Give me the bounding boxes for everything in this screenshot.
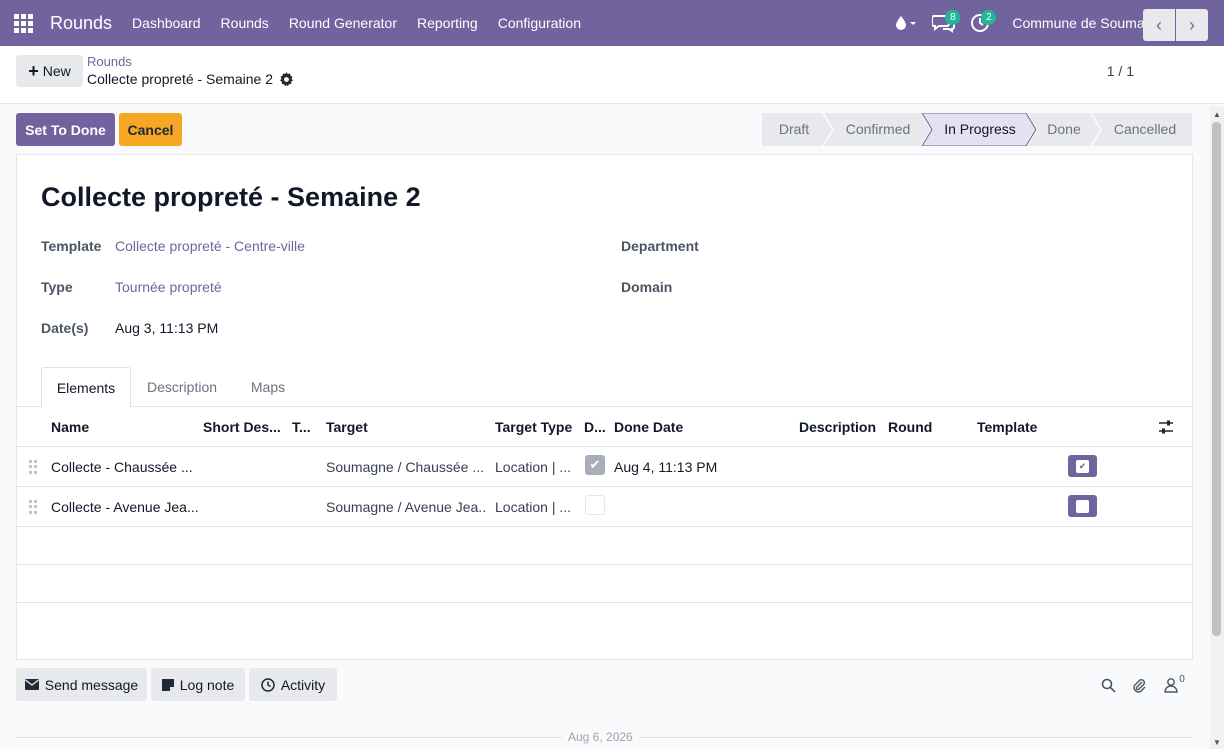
drag-handle-icon[interactable] [29, 500, 37, 514]
scrollbar-thumb[interactable] [1212, 122, 1221, 636]
stage-draft[interactable]: Draft [762, 113, 826, 146]
top-navbar: Rounds Dashboard Rounds Round Generator … [0, 0, 1224, 46]
pager-previous-button[interactable]: ‹ [1143, 9, 1175, 41]
activities-icon[interactable]: 2 [962, 0, 998, 46]
menu-dashboard[interactable]: Dashboard [122, 15, 211, 31]
date-separator: Aug 6, 2026 [562, 730, 639, 744]
done-checkbox[interactable] [585, 495, 605, 515]
drag-handle-icon[interactable] [29, 460, 37, 474]
log-note-button[interactable]: Log note [151, 668, 245, 701]
column-template[interactable]: Template [977, 407, 1057, 447]
clock-icon [261, 677, 275, 692]
note-icon [161, 678, 174, 691]
domain-label: Domain [621, 279, 673, 295]
activity-button[interactable]: Activity [249, 668, 337, 701]
plus-icon: + [28, 61, 39, 81]
menu-round-generator[interactable]: Round Generator [279, 15, 407, 31]
search-icon[interactable] [1099, 676, 1117, 694]
pager-value[interactable]: 1 / 1 [1107, 63, 1134, 79]
column-done-date[interactable]: Done Date [614, 407, 784, 447]
menu-rounds[interactable]: Rounds [211, 15, 279, 31]
scroll-up-arrow-icon[interactable]: ▲ [1212, 109, 1222, 119]
tab-elements[interactable]: Elements [41, 367, 131, 408]
type-field[interactable]: Tournée propreté [115, 279, 222, 295]
form-sheet: Collecte propreté - Semaine 2 Template C… [16, 154, 1193, 660]
drop-icon[interactable] [886, 0, 926, 46]
column-done[interactable]: D... [584, 407, 606, 447]
scroll-down-arrow-icon[interactable]: ▼ [1212, 737, 1222, 747]
followers-count: 0 [1179, 673, 1185, 685]
control-panel: + New Rounds Collecte propreté - Semaine… [0, 46, 1224, 104]
check-icon: ✔ [589, 457, 601, 472]
row-target[interactable]: Soumagne / Avenue Jea... [326, 487, 486, 527]
done-checkbox[interactable]: ✔ [585, 455, 605, 475]
notebook-tabs: Elements Description Maps [17, 367, 1192, 408]
type-label: Type [41, 279, 73, 295]
column-round[interactable]: Round [888, 407, 968, 447]
followers-icon[interactable]: 0 [1160, 673, 1188, 694]
record-title: Collecte propreté - Semaine 2 [87, 71, 294, 87]
department-label: Department [621, 238, 699, 254]
new-button[interactable]: + New [16, 55, 83, 87]
table-row[interactable]: Collecte - Chaussée ... Soumagne / Chaus… [17, 447, 1192, 487]
messages-badge: 8 [945, 10, 961, 25]
column-target-type[interactable]: Target Type [495, 407, 575, 447]
stage-cancelled[interactable]: Cancelled [1100, 113, 1190, 146]
row-done-date[interactable]: Aug 4, 11:13 PM [614, 447, 784, 487]
gear-icon[interactable] [279, 71, 294, 87]
table-header: Name Short Des... T... Target Target Typ… [17, 407, 1192, 447]
set-to-done-button[interactable]: Set To Done [16, 113, 115, 146]
row-name[interactable]: Collecte - Chaussée ... [51, 447, 201, 487]
row-target[interactable]: Soumagne / Chaussée ... [326, 447, 486, 487]
envelope-icon [24, 679, 39, 690]
chevron-left-icon: ‹ [1156, 14, 1162, 35]
row-done-date[interactable] [614, 487, 784, 527]
table-row[interactable]: Collecte - Avenue Jea... Soumagne / Aven… [17, 487, 1192, 527]
tab-description[interactable]: Description [139, 367, 225, 407]
cancel-button[interactable]: Cancel [119, 113, 182, 146]
empty-row [17, 527, 1192, 565]
column-short-description[interactable]: Short Des... [203, 407, 283, 447]
column-name[interactable]: Name [51, 407, 191, 447]
form-title[interactable]: Collecte propreté - Semaine 2 [41, 182, 421, 213]
row-name[interactable]: Collecte - Avenue Jea... [51, 487, 201, 527]
check-icon: ✔ [1076, 459, 1089, 473]
paperclip-icon[interactable] [1130, 676, 1148, 694]
stage-done[interactable]: Done [1036, 113, 1092, 146]
menu-configuration[interactable]: Configuration [488, 15, 591, 31]
apps-menu-icon[interactable] [0, 0, 46, 46]
template-toggle[interactable] [1068, 495, 1097, 517]
row-target-type[interactable]: Location | ... [495, 487, 575, 527]
optional-columns-icon[interactable] [1158, 419, 1174, 438]
chevron-right-icon: › [1189, 14, 1195, 35]
column-description[interactable]: Description [799, 407, 879, 447]
app-brand[interactable]: Rounds [50, 13, 112, 34]
stage-in-progress[interactable]: In Progress [930, 113, 1030, 146]
empty-row [17, 565, 1192, 603]
column-t[interactable]: T... [292, 407, 318, 447]
template-label: Template [41, 238, 102, 254]
dates-field[interactable]: Aug 3, 11:13 PM [115, 320, 218, 336]
menu-reporting[interactable]: Reporting [407, 15, 488, 31]
template-field[interactable]: Collecte propreté - Centre-ville [115, 238, 305, 254]
column-target[interactable]: Target [326, 407, 486, 447]
pager-next-button[interactable]: › [1176, 9, 1208, 41]
breadcrumb-rounds[interactable]: Rounds [87, 54, 132, 69]
tab-maps[interactable]: Maps [239, 367, 297, 407]
dates-label: Date(s) [41, 320, 89, 336]
row-target-type[interactable]: Location | ... [495, 447, 575, 487]
send-message-button[interactable]: Send message [16, 668, 147, 701]
template-toggle[interactable]: ✔ [1068, 455, 1097, 477]
stage-confirmed[interactable]: Confirmed [832, 113, 924, 146]
messages-icon[interactable]: 8 [926, 0, 962, 46]
activities-badge: 2 [981, 10, 997, 25]
